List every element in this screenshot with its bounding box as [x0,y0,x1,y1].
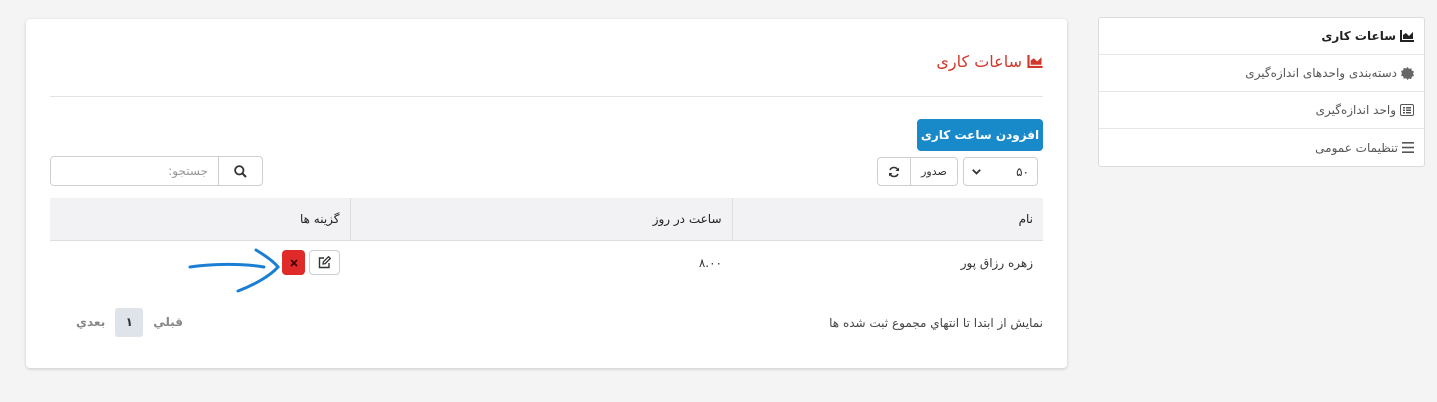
export-group: صدور [877,157,958,186]
cell-name: زهره رزاق پور [960,255,1033,270]
sidebar-item-working-hours[interactable]: ساعات کاری [1099,18,1424,55]
pagination-previous[interactable]: قبلي [153,315,183,329]
chevron-down-icon [972,168,981,175]
sidebar-item-units[interactable]: واحد اندازه‌گیری [1099,92,1424,129]
cell-hours: ۸.۰۰ [698,255,722,270]
search-group [50,156,263,186]
working-hours-card: ساعات کاری افزودن ساعت کاری ۵۰ صدور نام … [26,19,1067,368]
page-size-value: ۵۰ [1016,164,1029,179]
page-title-text: ساعات کاری [936,52,1022,71]
sidebar-item-label: تنظیمات عمومی [1315,140,1398,155]
delete-button[interactable] [282,250,305,276]
table-info: نمایش از ابتدا تا انتهاي مجموع ثبت شده ه… [829,316,1043,330]
search-icon [234,164,247,178]
pagination-page-current[interactable]: ۱ [115,307,144,337]
page-size-select[interactable]: ۵۰ [963,157,1038,186]
close-icon [289,259,298,267]
bars-icon [1402,142,1414,153]
pagination: قبلي ۱ بعدي [74,307,189,337]
table-header-row: نام ساعت در روز گزینه ها [50,198,1043,241]
pagination-next[interactable]: بعدي [76,315,105,329]
refresh-icon [889,166,899,177]
sidebar-item-general-settings[interactable]: تنظیمات عمومی [1099,129,1424,166]
table-row: زهره رزاق پور ۸.۰۰ [50,240,1043,285]
search-input[interactable] [51,157,218,185]
chart-area-icon [1400,30,1414,42]
edit-button[interactable] [309,250,340,276]
sidebar-item-label: دسته‌بندی واحدهای اندازه‌گیری [1245,66,1397,80]
edit-icon [318,256,331,269]
column-header-name[interactable]: نام [732,198,1043,241]
list-alt-icon [1400,104,1414,116]
add-working-hours-button[interactable]: افزودن ساعت کاری [917,119,1043,151]
export-button[interactable]: صدور [911,158,957,185]
certificate-icon [1401,66,1414,80]
sidebar-item-label: ساعات کاری [1321,29,1396,43]
search-button[interactable] [218,157,262,185]
column-header-hours[interactable]: ساعت در روز [350,198,733,241]
sidebar-item-unit-categories[interactable]: دسته‌بندی واحدهای اندازه‌گیری [1099,55,1424,92]
working-hours-table: نام ساعت در روز گزینه ها زهره رزاق پور ۸… [50,198,1043,285]
settings-sidebar: ساعات کاری دسته‌بندی واحدهای اندازه‌گیری… [1098,17,1425,167]
title-divider [50,96,1043,97]
chart-area-icon [1027,55,1043,68]
sidebar-item-label: واحد اندازه‌گیری [1315,103,1396,117]
refresh-button[interactable] [878,158,911,185]
cell-options [50,240,350,285]
column-header-options: گزینه ها [50,198,351,241]
page-title: ساعات کاری [936,52,1043,71]
